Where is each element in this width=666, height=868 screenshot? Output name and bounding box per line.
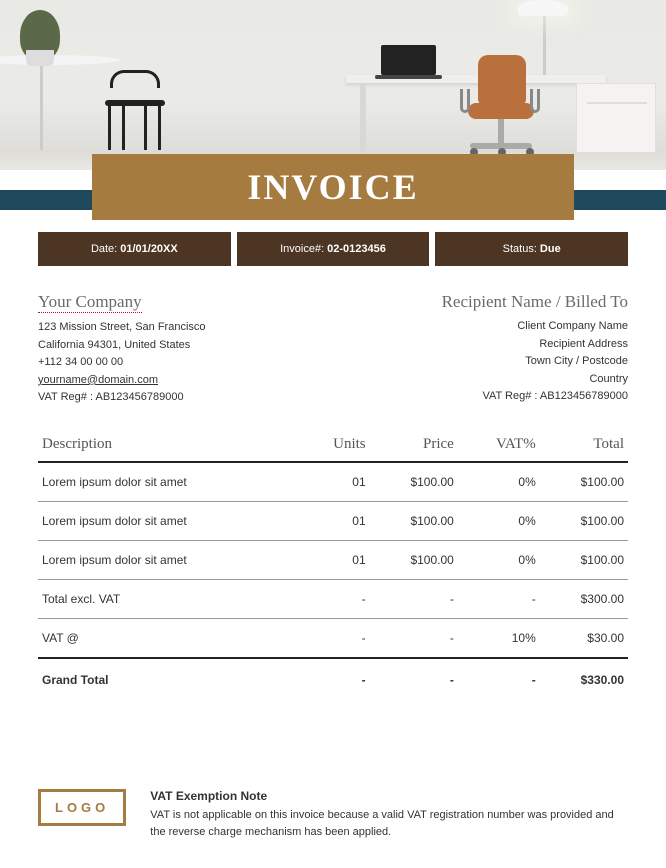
hero-image — [0, 0, 666, 170]
vat-price: - — [370, 619, 458, 659]
meta-invoice-label: Invoice#: — [280, 243, 324, 255]
recipient-line2: Recipient Address — [442, 336, 628, 354]
title-banner: INVOICE — [92, 154, 574, 220]
cell-total: $100.00 — [540, 502, 628, 541]
vat-note: VAT Exemption Note VAT is not applicable… — [150, 789, 628, 840]
table-row: Lorem ipsum dolor sit amet 01 $100.00 0%… — [38, 462, 628, 502]
subtotal-vat: - — [458, 580, 540, 619]
sender-line2: California 94301, United States — [38, 337, 206, 355]
col-description: Description — [38, 430, 300, 462]
vat-note-body: VAT is not applicable on this invoice be… — [150, 807, 628, 840]
parties-section: Your Company 123 Mission Street, San Fra… — [38, 292, 628, 407]
meta-invoice: Invoice#: 02-0123456 — [237, 232, 430, 266]
cell-units: 01 — [300, 541, 370, 580]
cell-desc: Lorem ipsum dolor sit amet — [38, 462, 300, 502]
vat-label: VAT @ — [38, 619, 300, 659]
cell-vat: 0% — [458, 462, 540, 502]
cell-vat: 0% — [458, 502, 540, 541]
sender-email[interactable]: yourname@domain.com — [38, 374, 158, 386]
meta-status-value: Due — [540, 243, 561, 255]
sender-line1: 123 Mission Street, San Francisco — [38, 319, 206, 337]
recipient-line4: Country — [442, 371, 628, 389]
meta-status-label: Status: — [503, 243, 537, 255]
subtotal-price: - — [370, 580, 458, 619]
footer: LOGO VAT Exemption Note VAT is not appli… — [38, 789, 628, 840]
cell-units: 01 — [300, 502, 370, 541]
meta-date-value: 01/01/20XX — [120, 243, 178, 255]
document-title: INVOICE — [247, 166, 418, 208]
vat-note-title: VAT Exemption Note — [150, 789, 628, 803]
meta-date-label: Date: — [91, 243, 117, 255]
table-row: Lorem ipsum dolor sit amet 01 $100.00 0%… — [38, 502, 628, 541]
cell-vat: 0% — [458, 541, 540, 580]
cell-price: $100.00 — [370, 502, 458, 541]
cell-desc: Lorem ipsum dolor sit amet — [38, 541, 300, 580]
subtotal-units: - — [300, 580, 370, 619]
col-price: Price — [370, 430, 458, 462]
sender-phone: +112 34 00 00 00 — [38, 354, 206, 372]
subtotal-total: $300.00 — [540, 580, 628, 619]
grand-units: - — [300, 658, 370, 699]
cell-total: $100.00 — [540, 541, 628, 580]
recipient-line3: Town City / Postcode — [442, 353, 628, 371]
recipient-heading: Recipient Name / Billed To — [442, 292, 628, 312]
col-units: Units — [300, 430, 370, 462]
cell-total: $100.00 — [540, 462, 628, 502]
meta-row: Date: 01/01/20XX Invoice#: 02-0123456 St… — [38, 232, 628, 266]
table-row: Lorem ipsum dolor sit amet 01 $100.00 0%… — [38, 541, 628, 580]
sender-heading: Your Company — [38, 292, 142, 313]
grand-vat: - — [458, 658, 540, 699]
col-vat: VAT% — [458, 430, 540, 462]
vat-pct: 10% — [458, 619, 540, 659]
vat-total: $30.00 — [540, 619, 628, 659]
vat-units: - — [300, 619, 370, 659]
sender-block: Your Company 123 Mission Street, San Fra… — [38, 292, 206, 407]
vat-row: VAT @ - - 10% $30.00 — [38, 619, 628, 659]
line-items-table: Description Units Price VAT% Total Lorem… — [38, 430, 628, 699]
meta-status: Status: Due — [435, 232, 628, 266]
cell-price: $100.00 — [370, 541, 458, 580]
meta-date: Date: 01/01/20XX — [38, 232, 231, 266]
col-total: Total — [540, 430, 628, 462]
meta-invoice-value: 02-0123456 — [327, 243, 386, 255]
cell-desc: Lorem ipsum dolor sit amet — [38, 502, 300, 541]
recipient-block: Recipient Name / Billed To Client Compan… — [442, 292, 628, 407]
grand-total: $330.00 — [540, 658, 628, 699]
grand-label: Grand Total — [38, 658, 300, 699]
grand-total-row: Grand Total - - - $330.00 — [38, 658, 628, 699]
recipient-line1: Client Company Name — [442, 318, 628, 336]
logo-placeholder: LOGO — [38, 789, 126, 826]
recipient-vat: VAT Reg# : AB123456789000 — [442, 388, 628, 406]
subtotal-row: Total excl. VAT - - - $300.00 — [38, 580, 628, 619]
cell-units: 01 — [300, 462, 370, 502]
cell-price: $100.00 — [370, 462, 458, 502]
sender-vat: VAT Reg# : AB123456789000 — [38, 389, 206, 407]
subtotal-label: Total excl. VAT — [38, 580, 300, 619]
grand-price: - — [370, 658, 458, 699]
